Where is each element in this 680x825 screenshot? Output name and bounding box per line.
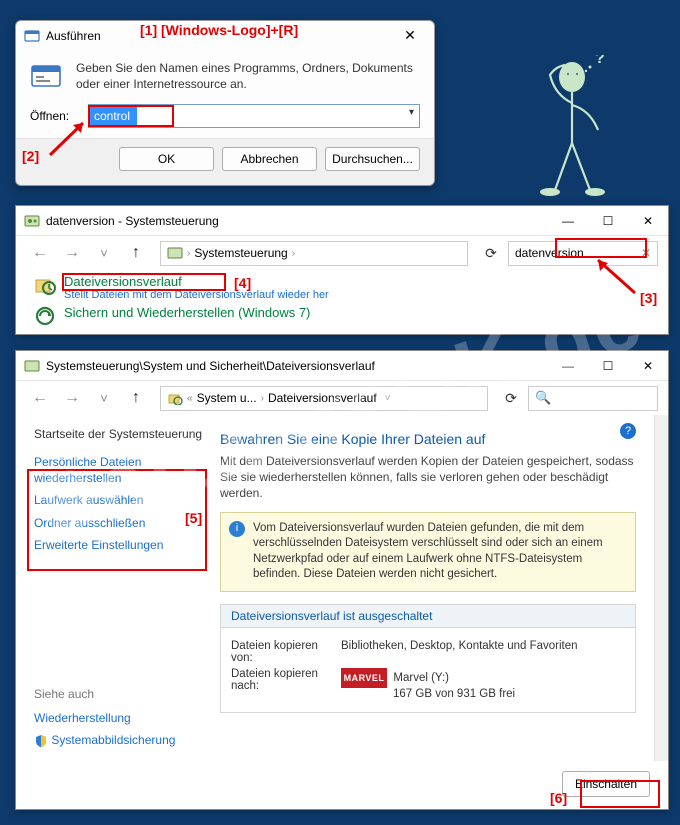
control-panel-icon <box>167 246 183 260</box>
result-backup-restore: Sichern und Wiederherstellen (Windows 7) <box>34 303 650 329</box>
marvel-drive-icon: MARVEL <box>341 668 387 688</box>
back-button[interactable]: ← <box>26 386 54 411</box>
thinking-figure: ? <box>520 55 630 205</box>
result-file-history: Dateiversionsverlauf Stellt Dateien mit … <box>34 272 650 303</box>
close-button[interactable]: ✕ <box>628 206 668 236</box>
search-input[interactable] <box>551 391 651 405</box>
warning-text: Vom Dateiversionsverlauf wurden Dateien … <box>253 522 603 581</box>
minimize-button[interactable]: — <box>548 351 588 381</box>
run-description: Geben Sie den Namen eines Programms, Ord… <box>76 60 420 92</box>
breadcrumb[interactable]: « System u... › Dateiversionsverlauf ˅ <box>160 386 488 411</box>
result-title-link[interactable]: Sichern und Wiederherstellen (Windows 7) <box>64 305 310 320</box>
forward-button[interactable]: → <box>58 241 86 266</box>
up-arrow-button[interactable]: ↑ <box>122 241 150 266</box>
run-dialog: Ausführen ✕ Geben Sie den Namen eines Pr… <box>15 20 435 186</box>
file-history-window: Systemsteuerung\System und Sicherheit\Da… <box>15 350 669 810</box>
search-icon: 🔍 <box>535 390 551 406</box>
shield-icon <box>34 734 48 748</box>
drive-space: 167 GB von 931 GB frei <box>393 688 515 700</box>
minimize-button[interactable]: — <box>548 206 588 236</box>
enable-button[interactable]: Einschalten <box>562 771 650 797</box>
main-content: ? Bewahren Sie eine Kopie Ihrer Dateien … <box>214 415 654 761</box>
back-button[interactable]: ← <box>26 241 54 266</box>
open-label: Öffnen: <box>30 109 80 123</box>
copy-from-row: Dateien kopieren von: Bibliotheken, Desk… <box>231 640 625 664</box>
breadcrumb[interactable]: › Systemsteuerung › <box>160 241 468 266</box>
sidebar-advanced-settings[interactable]: Erweiterte Einstellungen <box>34 537 204 553</box>
run-icon <box>30 60 64 92</box>
up-button[interactable]: ˅ <box>90 241 118 266</box>
svg-text:?: ? <box>595 55 605 67</box>
result-title-link[interactable]: Dateiversionsverlauf <box>64 274 329 289</box>
help-button[interactable]: ? <box>620 423 636 439</box>
refresh-button[interactable]: ⟳ <box>498 390 524 407</box>
ok-button[interactable]: OK <box>119 147 214 171</box>
close-button[interactable]: ✕ <box>394 27 426 44</box>
maximize-button[interactable]: ☐ <box>588 206 628 236</box>
scrollbar[interactable] <box>654 415 668 761</box>
forward-button[interactable]: → <box>58 386 86 411</box>
sidebar: Startseite der Systemsteuerung Persönlic… <box>16 415 214 761</box>
cp2-title-text: Systemsteuerung\System und Sicherheit\Da… <box>46 359 375 373</box>
copy-to-row: Dateien kopieren nach: MARVEL Marvel (Y:… <box>231 668 625 700</box>
sidebar-system-image[interactable]: Systemabbildsicherung <box>34 732 204 748</box>
cancel-button[interactable]: Abbrechen <box>222 147 317 171</box>
cp2-titlebar: Systemsteuerung\System und Sicherheit\Da… <box>16 351 668 381</box>
control-panel-icon <box>24 359 40 373</box>
copy-from-value: Bibliotheken, Desktop, Kontakte und Favo… <box>341 640 625 652</box>
clear-search-icon[interactable]: ✕ <box>641 246 651 260</box>
run-input[interactable] <box>88 104 420 128</box>
sidebar-recovery[interactable]: Wiederherstellung <box>34 710 204 726</box>
control-panel-search-window: datenversion - Systemsteuerung — ☐ ✕ ← →… <box>15 205 669 335</box>
sidebar-exclude-folders[interactable]: Ordner ausschließen <box>34 515 204 531</box>
sidebar-select-drive[interactable]: Laufwerk auswählen <box>34 492 204 508</box>
search-box[interactable]: 🔍 <box>528 386 658 411</box>
sidebar-restore-files[interactable]: Persönliche Dateien wiederherstellen <box>34 454 204 486</box>
cp2-navbar: ← → ˅ ↑ « System u... › Dateiversionsver… <box>16 381 668 415</box>
maximize-button[interactable]: ☐ <box>588 351 628 381</box>
crumb-2[interactable]: Dateiversionsverlauf <box>268 391 377 405</box>
cp1-title-text: datenversion - Systemsteuerung <box>46 214 219 228</box>
copy-to-value: MARVEL Marvel (Y:) 167 GB von 931 GB fre… <box>341 668 625 700</box>
main-description: Mit dem Dateiversionsverlauf werden Kopi… <box>220 453 636 502</box>
browse-button[interactable]: Durchsuchen... <box>325 147 420 171</box>
search-box[interactable]: ✕ <box>508 241 658 266</box>
main-heading: Bewahren Sie eine Kopie Ihrer Dateien au… <box>220 431 636 447</box>
cp1-navbar: ← → ˅ ↑ › Systemsteuerung › ⟳ ✕ <box>16 236 668 270</box>
crumb-1[interactable]: System u... <box>197 391 257 405</box>
info-icon: i <box>229 521 245 537</box>
copy-to-label: Dateien kopieren nach: <box>231 668 331 692</box>
file-history-small-icon <box>167 391 183 405</box>
search-results: Dateiversionsverlauf Stellt Dateien mit … <box>16 270 668 331</box>
file-history-icon <box>34 274 56 296</box>
chevron-down-icon[interactable]: ▾ <box>409 107 414 118</box>
button-row: Einschalten <box>16 761 668 809</box>
close-button[interactable]: ✕ <box>628 351 668 381</box>
recent-button[interactable]: ˅ <box>90 386 118 411</box>
copy-from-label: Dateien kopieren von: <box>231 640 331 664</box>
refresh-button[interactable]: ⟳ <box>478 245 504 262</box>
run-titlebar: Ausführen ✕ <box>16 21 434 50</box>
status-panel: Dateiversionsverlauf ist ausgeschaltet D… <box>220 604 636 713</box>
status-heading: Dateiversionsverlauf ist ausgeschaltet <box>221 605 635 628</box>
search-input[interactable] <box>515 246 641 260</box>
see-also-label: Siehe auch <box>34 687 204 701</box>
up-arrow-button[interactable]: ↑ <box>122 386 150 411</box>
drive-name: Marvel (Y:) <box>393 672 449 684</box>
run-app-icon <box>24 29 40 43</box>
result-subtitle-link[interactable]: Stellt Dateien mit dem Dateiversionsverl… <box>64 289 329 301</box>
cp1-titlebar: datenversion - Systemsteuerung — ☐ ✕ <box>16 206 668 236</box>
sidebar-home-link[interactable]: Startseite der Systemsteuerung <box>34 427 204 441</box>
backup-icon <box>34 305 56 327</box>
warning-box: i Vom Dateiversionsverlauf wurden Dateie… <box>220 512 636 592</box>
system-image-label: Systemabbildsicherung <box>51 733 175 747</box>
crumb-root[interactable]: Systemsteuerung <box>194 246 287 260</box>
run-title-text: Ausführen <box>46 29 101 43</box>
control-panel-icon <box>24 214 40 228</box>
